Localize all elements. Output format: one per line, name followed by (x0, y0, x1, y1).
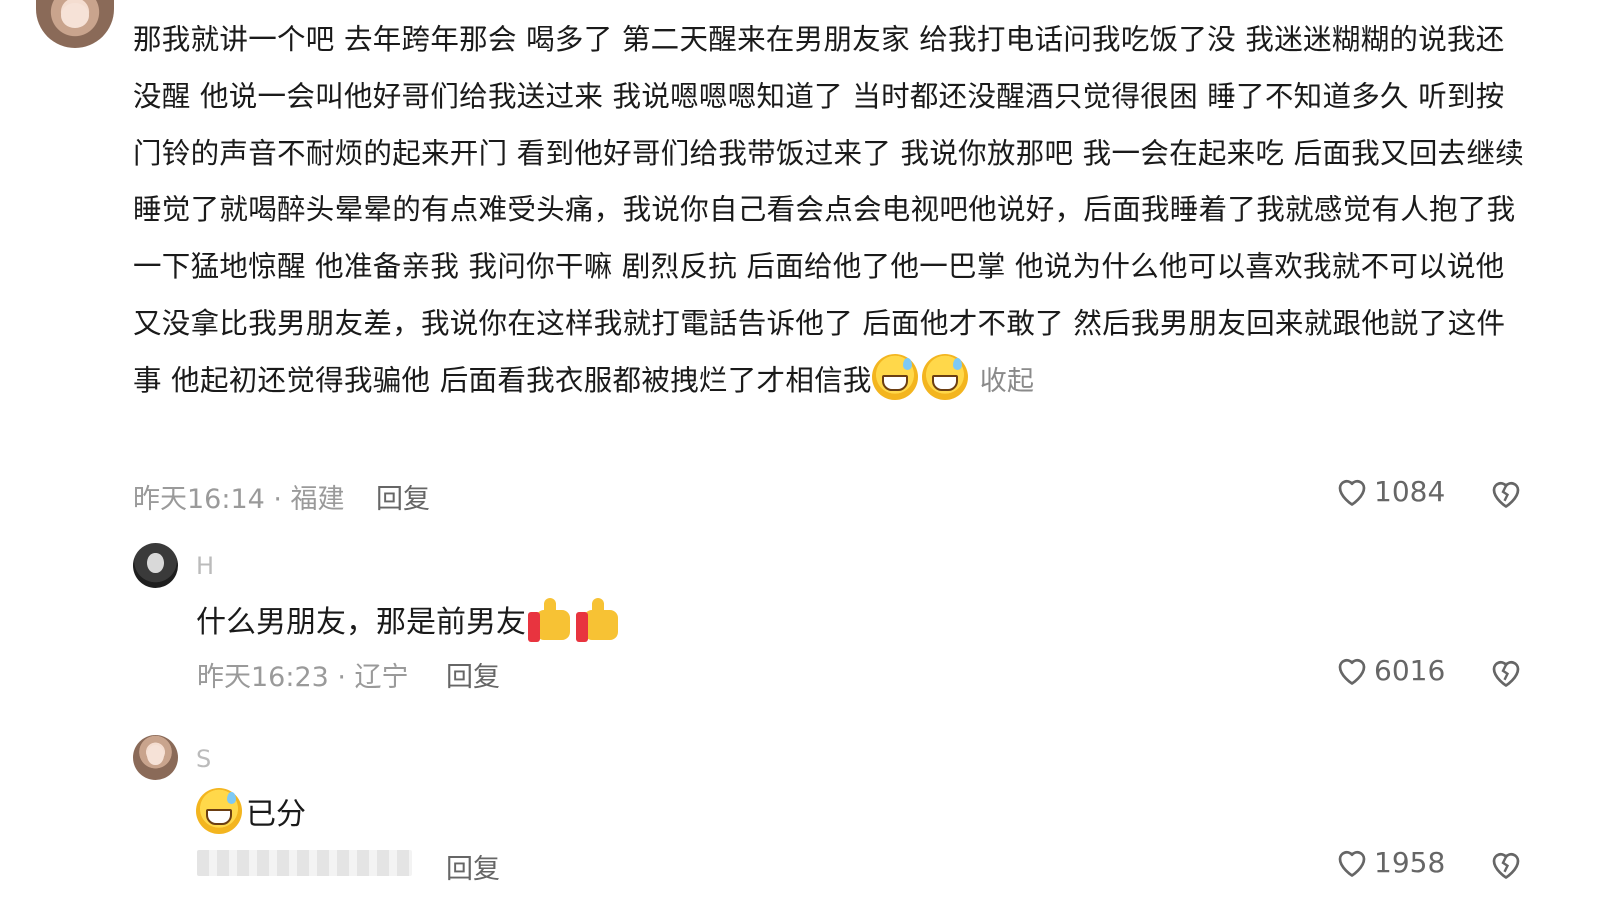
thumbs-up-emoji-icon (526, 596, 572, 644)
dislike-button[interactable] (1488, 655, 1524, 693)
grin-sweat-emoji-icon (871, 353, 918, 400)
reply-avatar[interactable] (133, 735, 178, 780)
broken-heart-icon (1492, 481, 1520, 508)
heart-outline-icon (1338, 658, 1366, 685)
broken-heart-icon (1492, 852, 1520, 879)
like-button[interactable]: 1958 (1334, 845, 1445, 879)
collapse-button[interactable]: 收起 (980, 366, 1035, 397)
like-count: 1084 (1374, 474, 1446, 508)
reply-meta-obscured (197, 850, 412, 876)
reply-text: 什么男朋友，那是前男友 (196, 596, 622, 644)
reply-text: 已分 (196, 788, 306, 834)
heart-outline-icon (1338, 479, 1366, 506)
reply-username[interactable]: H (196, 552, 214, 580)
reply-text-content: 什么男朋友，那是前男友 (196, 605, 526, 640)
avatar-face (60, 2, 90, 29)
reply-username[interactable]: S (196, 745, 211, 773)
comment-text: 那我就讲一个吧 去年跨年那会 喝多了 第二天醒来在男朋友家 给我打电话问我吃饭了… (133, 23, 1525, 397)
comment-meta: 昨天16:14 · 福建 (133, 484, 345, 515)
reply-button[interactable]: 回复 (376, 477, 430, 516)
comment-body: 那我就讲一个吧 去年跨年那会 喝多了 第二天醒来在男朋友家 给我打电话问我吃饭了… (133, 12, 1533, 411)
reply-meta: 昨天16:23 · 辽宁 (197, 662, 409, 693)
reply-button[interactable]: 回复 (446, 847, 500, 886)
broken-heart-icon (1492, 660, 1520, 687)
avatar[interactable] (36, 0, 114, 48)
like-button[interactable]: 1084 (1334, 474, 1445, 508)
grin-sweat-emoji-icon (921, 353, 968, 400)
dislike-button[interactable] (1488, 476, 1524, 514)
reply-button[interactable]: 回复 (446, 655, 500, 694)
avatar-face (147, 552, 164, 573)
heart-outline-icon (1338, 850, 1366, 877)
like-button[interactable]: 6016 (1334, 653, 1445, 687)
reply-text-content: 已分 (246, 797, 306, 832)
avatar-face (147, 744, 164, 765)
thumbs-up-emoji-icon (574, 596, 620, 644)
grin-sweat-emoji-icon (196, 788, 242, 834)
reply-avatar[interactable] (133, 543, 178, 588)
dislike-button[interactable] (1488, 847, 1524, 885)
like-count: 1958 (1374, 845, 1446, 879)
like-count: 6016 (1374, 653, 1446, 687)
